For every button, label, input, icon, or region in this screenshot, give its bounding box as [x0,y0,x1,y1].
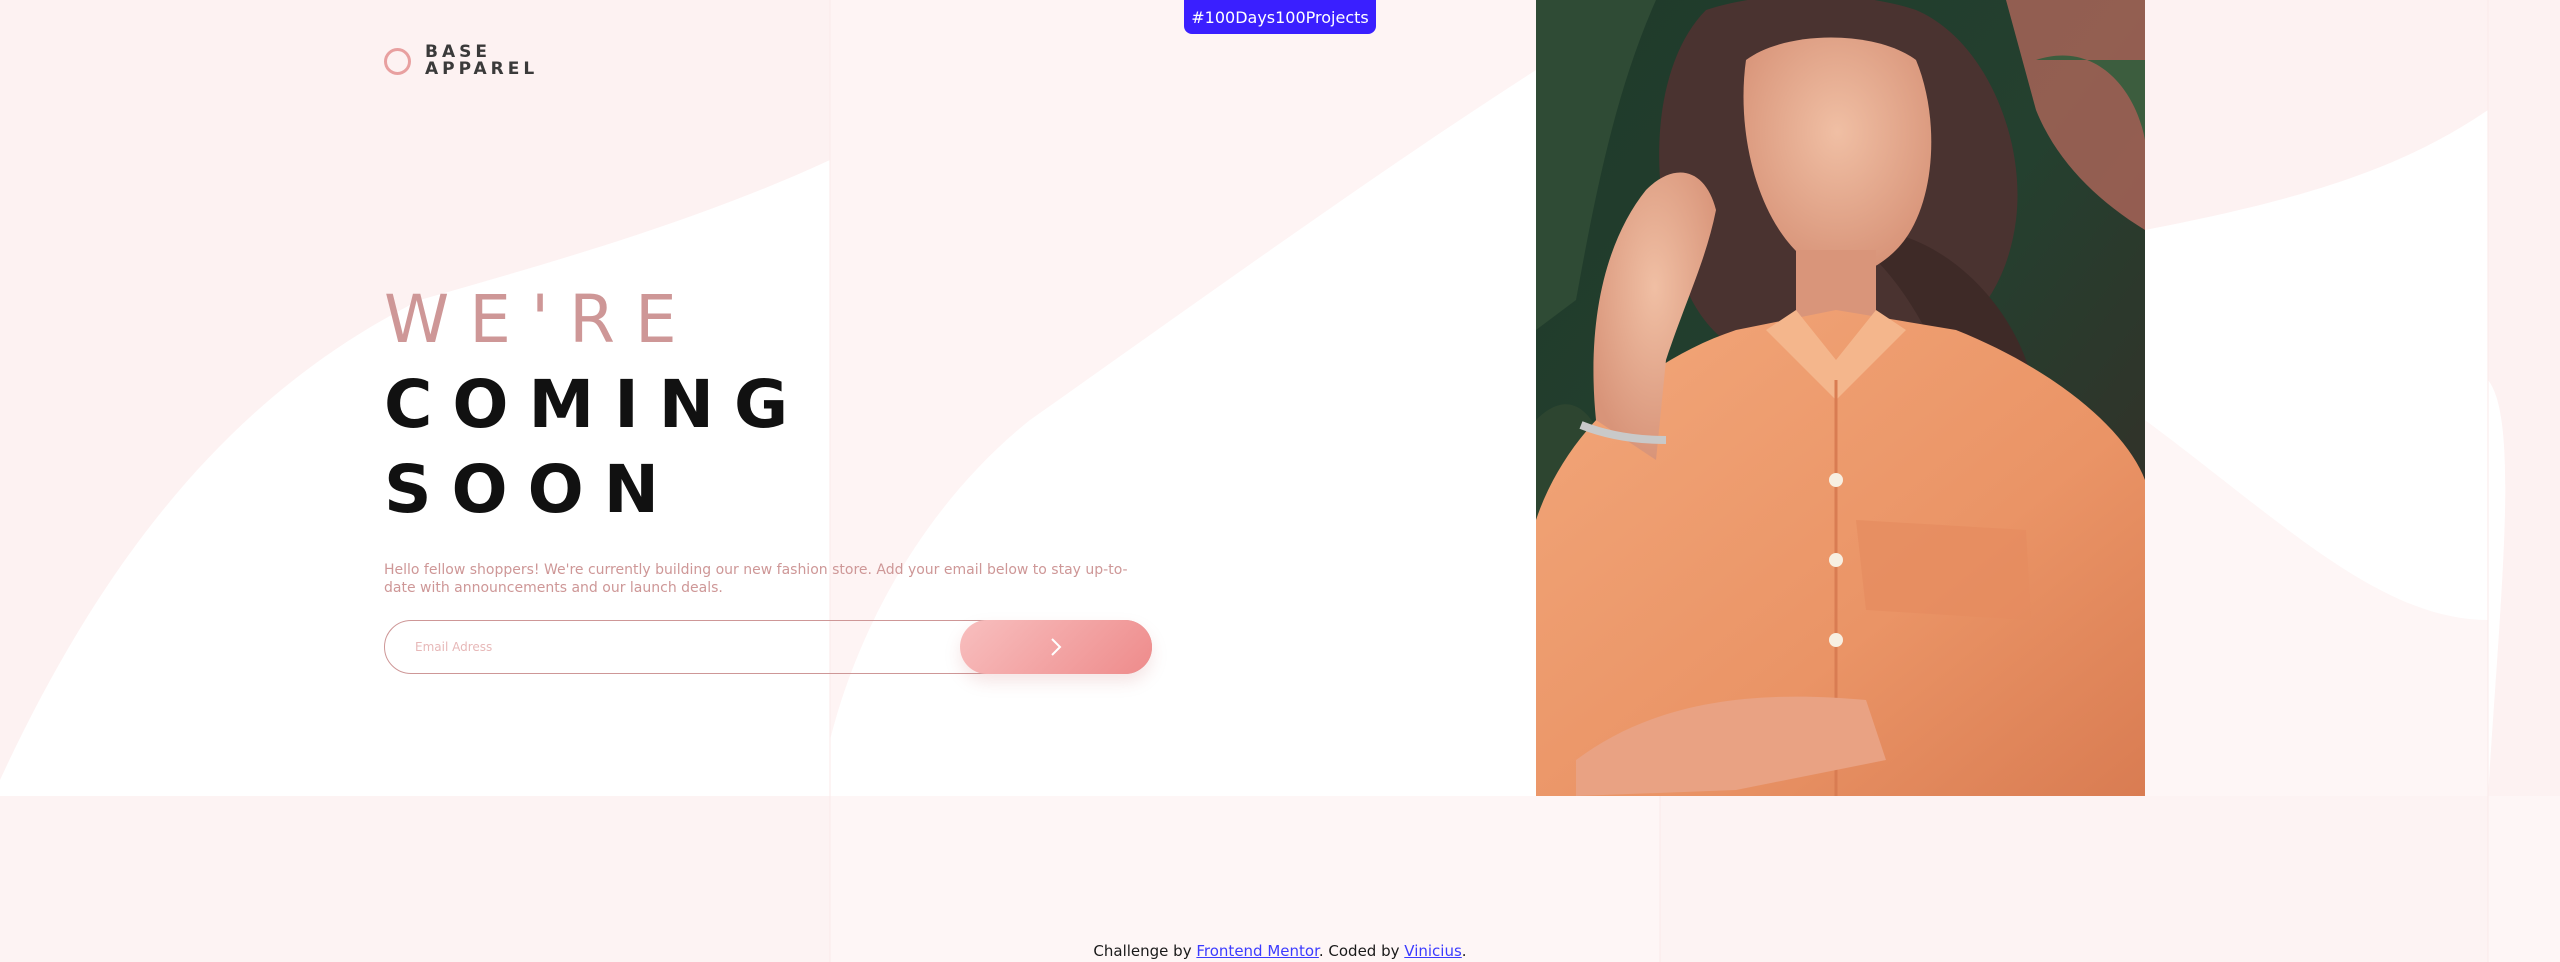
page-title: WE'RE COMING SOON [384,280,808,535]
footer-prefix: Challenge by [1093,942,1192,960]
logo-circle-icon [384,47,411,75]
title-line-coming: COMING [384,366,809,443]
intro-description: Hello fellow shoppers! We're currently b… [384,562,1128,596]
model-photo [1536,0,2145,796]
frontend-mentor-link[interactable]: Frontend Mentor [1196,942,1319,960]
footer-middle: . Coded by [1318,942,1400,960]
submit-button[interactable] [960,620,1152,674]
hero-image [1536,0,2145,796]
title-line-light: WE'RE [384,281,697,358]
email-signup-form [384,620,1152,674]
footer-suffix: . [1461,942,1467,960]
chevron-right-icon [1051,638,1062,656]
logo-wordmark: BASE APPAREL [425,44,538,78]
brand-logo[interactable]: BASE APPAREL [384,44,538,78]
logo-line-2: APPAREL [425,59,539,79]
title-line-soon: SOON [384,451,679,528]
hashtag-badge: #100Days100Projects [1184,0,1376,34]
attribution-footer: Challenge by Frontend Mentor. Coded by V… [0,942,2560,960]
author-link[interactable]: Vinicius [1404,942,1462,960]
